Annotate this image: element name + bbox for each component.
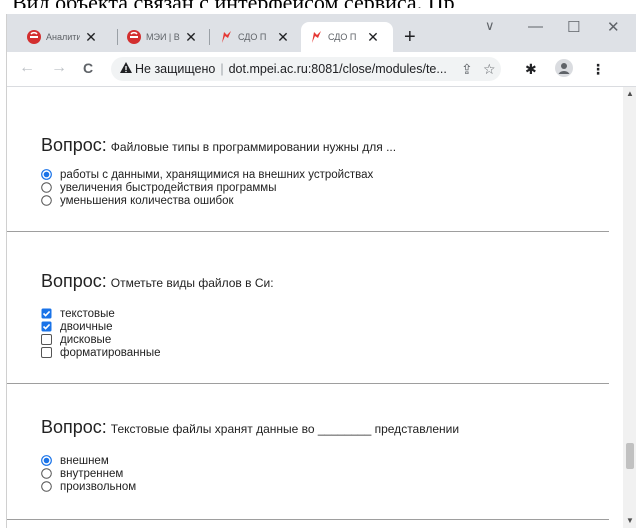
option-label: текстовые [60, 307, 115, 320]
new-tab-button[interactable]: + [404, 27, 416, 47]
option-label: произвольном [60, 480, 137, 493]
question-divider [7, 383, 609, 384]
extensions-icon[interactable]: ✱ [525, 61, 537, 78]
option-label: увеличения быстродействия программы [60, 181, 277, 194]
option-label: двоичные [60, 320, 113, 333]
back-button[interactable]: ← [19, 60, 35, 76]
page-content: Вопрос: Файловые типы в программировании … [7, 87, 623, 528]
question-block: Вопрос: Текстовые файлы хранят данные во … [41, 417, 459, 493]
tab-separator [117, 29, 118, 45]
tab-title: СДО П [328, 32, 357, 42]
answer-option[interactable]: уменьшения количества ошибок [41, 194, 396, 207]
option-label: внешнем [60, 454, 109, 467]
tab-close-icon[interactable]: ✕ [366, 29, 380, 46]
answer-option[interactable]: форматированные [41, 346, 274, 359]
answer-option[interactable]: внешнем [41, 454, 459, 467]
profile-avatar-icon[interactable] [555, 59, 573, 80]
question-heading: Вопрос: Текстовые файлы хранят данные во … [41, 417, 459, 438]
tab-close-icon[interactable]: ✕ [84, 29, 98, 46]
question-block: Вопрос: Файловые типы в программировании … [41, 135, 396, 207]
answer-options: работы с данными, хранящимися на внешних… [41, 168, 396, 207]
tab-sdo-active[interactable]: СДО П ✕ [301, 22, 393, 52]
radio-unchecked-icon[interactable] [41, 182, 52, 193]
checkbox-checked-icon[interactable] [41, 308, 52, 319]
close-window-button[interactable]: ✕ [607, 18, 620, 36]
mpei-logo-icon [127, 30, 141, 44]
tab-search-dropdown-icon[interactable]: ∨ [485, 18, 495, 34]
question-block: Вопрос: Отметьте виды файлов в Си: тексто… [41, 271, 274, 359]
question-divider [7, 231, 609, 232]
question-text: Текстовые файлы хранят данные во _______… [110, 422, 460, 436]
answer-option[interactable]: текстовые [41, 307, 274, 320]
scrollbar-thumb[interactable] [626, 443, 634, 469]
url-text: dot.mpei.ac.ru:8081/close/modules/te... [228, 62, 447, 76]
radio-unchecked-icon[interactable] [41, 481, 52, 492]
tab-close-icon[interactable]: ✕ [276, 29, 290, 46]
question-text: Файловые типы в программировании нужны д… [110, 140, 397, 154]
tab-title: Аналити [46, 32, 80, 42]
radio-unchecked-icon[interactable] [41, 195, 52, 206]
scroll-down-arrow-icon[interactable]: ▼ [626, 516, 634, 525]
security-label: Не защищено [135, 62, 216, 76]
answer-options: текстовые двоичные дисковые форматирован… [41, 307, 274, 359]
maximize-button[interactable]: ☐ [567, 18, 580, 36]
answer-option[interactable]: двоичные [41, 320, 274, 333]
tab-analytics[interactable]: Аналити ✕ [19, 22, 115, 52]
vertical-scrollbar[interactable]: ▲ ▼ [623, 87, 636, 528]
option-label: форматированные [60, 346, 161, 359]
address-text: Не защищено | dot.mpei.ac.ru:8081/close/mo… [135, 62, 447, 76]
tab-strip: Аналити ✕ МЭИ | В ✕ СДО П ✕ СДО П ✕ + ∨ … [7, 14, 636, 52]
warning-icon [119, 61, 133, 80]
mpei-logo-icon [27, 30, 41, 44]
menu-kebab-icon[interactable]: ⋮ [591, 61, 605, 78]
flame-icon [309, 30, 323, 44]
flame-icon [219, 30, 233, 44]
question-label: Вопрос: [41, 417, 107, 437]
answer-option[interactable]: работы с данными, хранящимися на внешних… [41, 168, 396, 181]
minimize-button[interactable]: — [528, 18, 543, 35]
tab-title: МЭИ | В [146, 32, 180, 42]
option-label: дисковые [60, 333, 112, 346]
radio-checked-icon[interactable] [41, 169, 52, 180]
url-separator: | [220, 62, 224, 76]
top-caption-text: Вид объекта связан с интерфейсом сервиса… [0, 0, 636, 8]
checkbox-checked-icon[interactable] [41, 321, 52, 332]
answer-option[interactable]: дисковые [41, 333, 274, 346]
forward-button[interactable]: → [51, 60, 67, 76]
tab-title: СДО П [238, 32, 267, 42]
answer-option[interactable]: произвольном [41, 480, 459, 493]
question-heading: Вопрос: Файловые типы в программировании … [41, 135, 396, 156]
bookmark-star-icon[interactable]: ☆ [483, 61, 496, 78]
radio-checked-icon[interactable] [41, 455, 52, 466]
radio-unchecked-icon[interactable] [41, 468, 52, 479]
question-label: Вопрос: [41, 271, 107, 291]
scroll-up-arrow-icon[interactable]: ▲ [626, 89, 634, 98]
tab-close-icon[interactable]: ✕ [184, 29, 198, 46]
browser-toolbar: ← → C Не защищено | dot.mpei.ac.ru:8081/cl… [7, 52, 636, 87]
option-label: уменьшения количества ошибок [60, 194, 234, 207]
reload-button[interactable]: C [83, 60, 93, 76]
question-text: Отметьте виды файлов в Си: [110, 276, 274, 290]
tab-sdo-1[interactable]: СДО П ✕ [211, 22, 299, 52]
option-label: внутреннем [60, 467, 124, 480]
browser-window: Аналити ✕ МЭИ | В ✕ СДО П ✕ СДО П ✕ + ∨ … [6, 14, 636, 528]
share-icon[interactable]: ⇪ [461, 61, 473, 78]
option-label: работы с данными, хранящимися на внешних… [60, 168, 374, 181]
address-bar[interactable]: Не защищено | dot.mpei.ac.ru:8081/close/mo… [111, 57, 501, 81]
question-label: Вопрос: [41, 135, 107, 155]
checkbox-unchecked-icon[interactable] [41, 334, 52, 345]
tab-separator [209, 29, 210, 45]
checkbox-unchecked-icon[interactable] [41, 347, 52, 358]
answer-option[interactable]: увеличения быстродействия программы [41, 181, 396, 194]
answer-options: внешнем внутреннем произвольном [41, 454, 459, 493]
answer-option[interactable]: внутреннем [41, 467, 459, 480]
tab-mpei[interactable]: МЭИ | В ✕ [119, 22, 207, 52]
question-divider [7, 519, 609, 520]
question-heading: Вопрос: Отметьте виды файлов в Си: [41, 271, 274, 292]
